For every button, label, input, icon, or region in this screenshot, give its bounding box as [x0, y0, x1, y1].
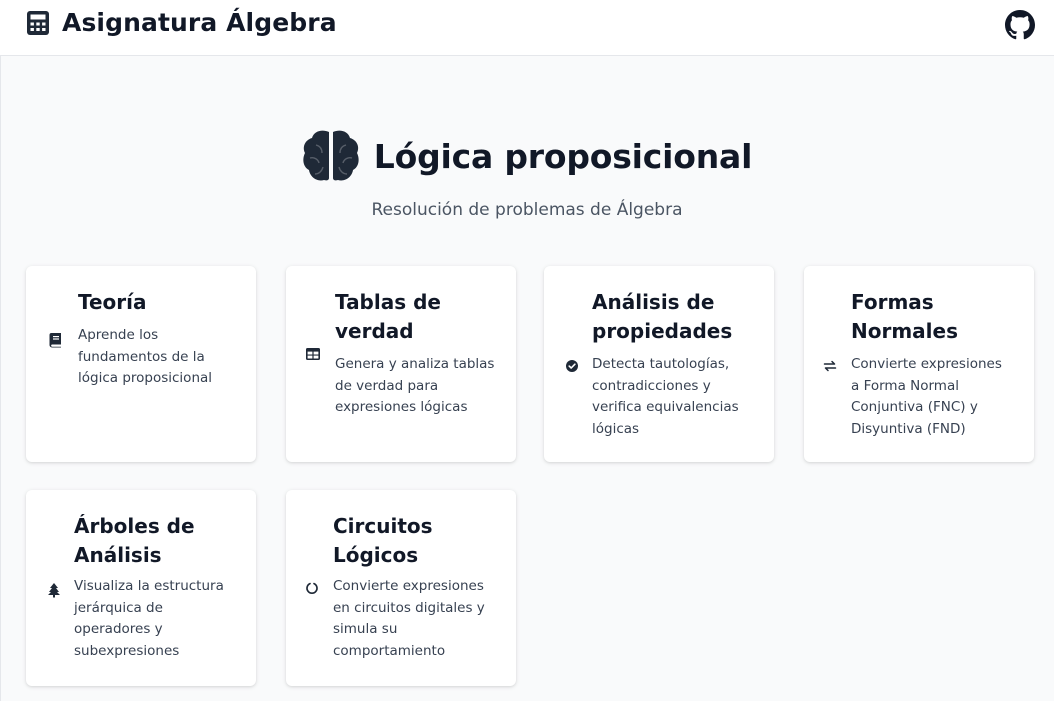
card-description: Detecta tautologías, contradicciones y v… — [592, 356, 739, 438]
card-title: Árboles de Análisis — [74, 514, 195, 567]
app-title: Asignatura Álgebra — [62, 8, 337, 37]
card-analisis-de-propiedades[interactable]: Análisis de propiedades Detecta tautolog… — [544, 266, 774, 462]
card-title: Análisis de propiedades — [592, 290, 733, 343]
page-title: Lógica proposicional — [373, 136, 753, 176]
calculator-icon — [27, 10, 49, 35]
card-title: Circuitos Lógicos — [333, 514, 433, 567]
exchange-icon — [823, 360, 837, 372]
check-circle-icon — [566, 360, 578, 372]
card-circuitos-logicos[interactable]: Circuitos Lógicos Convierte expresiones … — [286, 490, 516, 686]
tree-icon — [48, 583, 60, 598]
top-navbar: Asignatura Álgebra — [0, 0, 1054, 56]
card-title: Formas Normales — [851, 290, 959, 343]
circle-notch-icon — [306, 582, 318, 594]
card-description: Convierte expresiones en circuitos digit… — [333, 578, 485, 660]
book-icon — [49, 333, 61, 348]
brain-icon — [303, 130, 359, 181]
card-description: Visualiza la estructura jerárquica de op… — [74, 578, 224, 660]
card-arboles-de-analisis[interactable]: Árboles de Análisis Visualiza la estruct… — [26, 490, 256, 686]
card-description: Genera y analiza tablas de verdad para e… — [335, 356, 495, 416]
card-formas-normales[interactable]: Formas Normales Convierte expresiones a … — [804, 266, 1034, 462]
card-description: Aprende los fundamentos de la lógica pro… — [78, 327, 213, 387]
page-subtitle: Resolución de problemas de Álgebra — [371, 200, 683, 220]
hero-heading: Lógica proposicional — [0, 126, 1054, 186]
github-icon[interactable] — [1005, 10, 1035, 40]
card-title: Tablas de verdad — [335, 290, 441, 343]
card-title: Teoría — [78, 290, 147, 314]
card-description: Convierte expresiones a Forma Normal Con… — [851, 356, 1002, 438]
card-teoria[interactable]: Teoría Aprende los fundamentos de la lóg… — [26, 266, 256, 462]
card-tablas-de-verdad[interactable]: Tablas de verdad Genera y analiza tablas… — [286, 266, 516, 462]
table-icon — [306, 348, 320, 360]
brand-link[interactable]: Asignatura Álgebra — [26, 8, 337, 37]
